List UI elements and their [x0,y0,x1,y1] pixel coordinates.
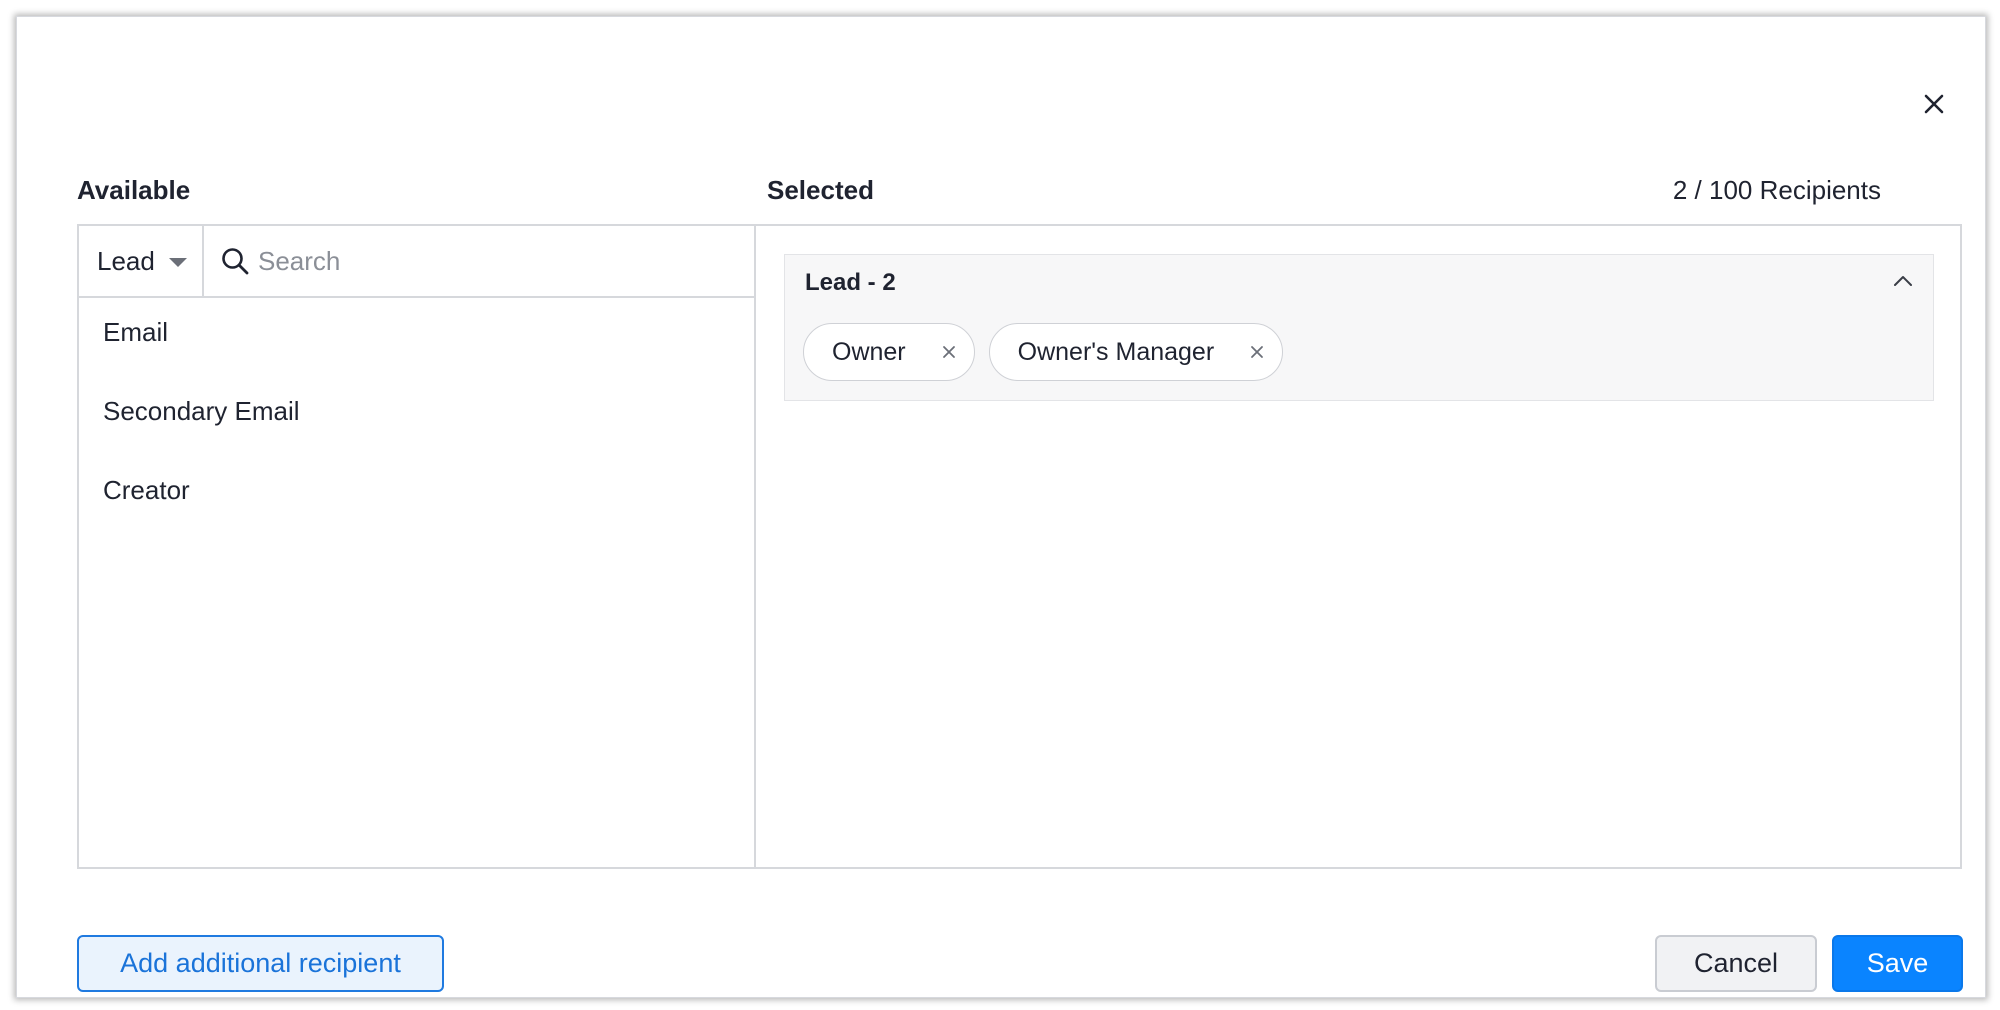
available-heading: Available [77,175,191,205]
available-item-email[interactable]: Email [79,312,754,391]
available-item-creator[interactable]: Creator [79,470,754,549]
cancel-button[interactable]: Cancel [1655,935,1817,992]
close-button[interactable] [1917,87,1951,121]
available-item-secondary-email[interactable]: Secondary Email [79,391,754,470]
selected-group-lead: Lead - 2 Owner Owner's Manager [784,254,1934,401]
collapse-group-button[interactable] [1889,267,1917,295]
group-title: Lead - 2 [805,269,896,296]
chip-label: Owner [832,337,906,366]
recipient-dialog: Available Selected 2 / 100 Recipients Le… [16,16,1986,998]
available-column: Lead Email Secondary Email Creator [79,226,756,867]
search-icon [222,248,249,275]
search-row: Lead [79,226,754,298]
chip-owners-manager: Owner's Manager [988,323,1284,381]
available-list: Email Secondary Email Creator [79,298,754,549]
module-dropdown[interactable]: Lead [79,226,204,296]
remove-owners-manager-button[interactable] [1246,341,1268,363]
remove-icon [1251,346,1264,358]
selected-column: Lead - 2 Owner Owner's Manager [756,226,1960,867]
save-button[interactable]: Save [1832,935,1963,992]
chip-owner: Owner [803,323,975,381]
caret-down-icon [168,258,187,267]
close-icon [1924,94,1944,114]
chip-list: Owner Owner's Manager [803,323,1284,381]
recipient-count: 2 / 100 Recipients [1672,175,1881,205]
remove-owner-button[interactable] [938,341,960,363]
chevron-up-icon [1894,276,1912,286]
add-additional-recipient-button[interactable]: Add additional recipient [77,935,444,992]
search-input[interactable] [258,226,754,296]
recipient-panel: Lead Email Secondary Email Creator [77,224,1962,869]
search-box [204,226,754,296]
selected-heading: Selected [767,175,874,205]
chip-label: Owner's Manager [1017,337,1215,366]
module-dropdown-value: Lead [97,245,155,276]
remove-icon [942,346,955,358]
